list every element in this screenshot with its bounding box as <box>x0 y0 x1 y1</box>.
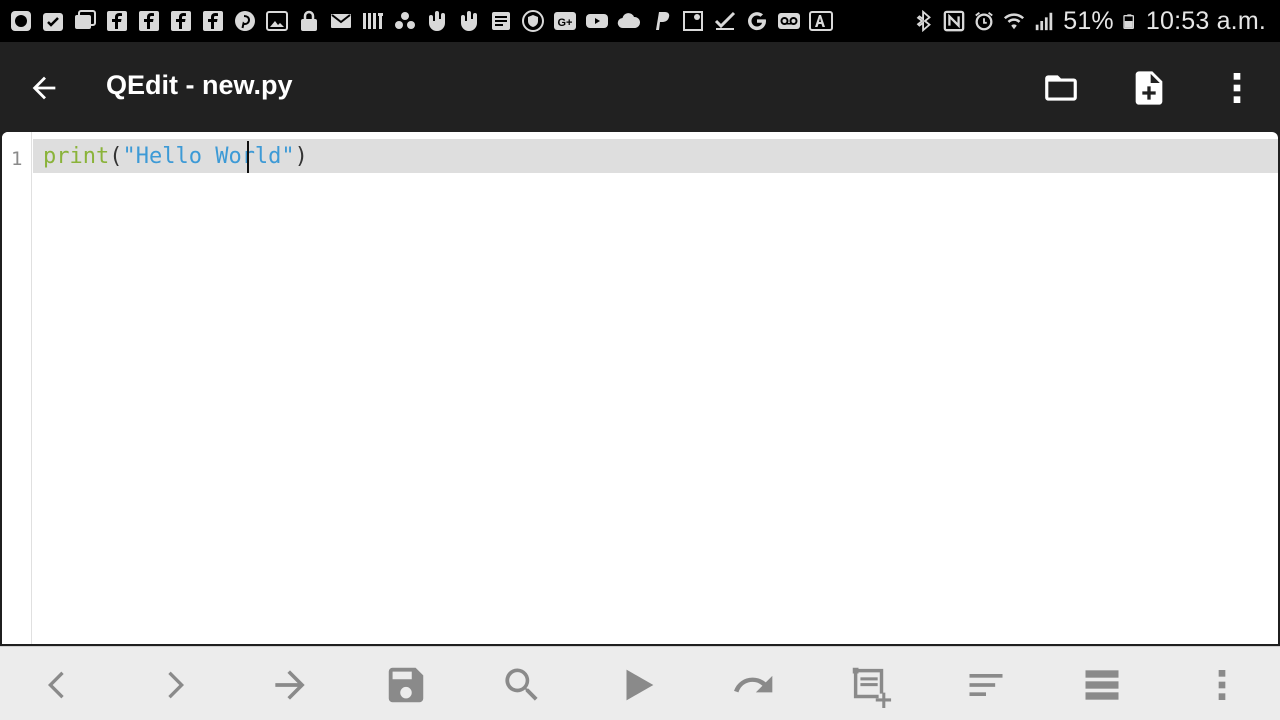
dots-icon <box>392 8 418 34</box>
check-icon <box>712 8 738 34</box>
list-icon <box>1085 670 1119 700</box>
text-cursor <box>247 141 249 173</box>
undo-button[interactable] <box>728 659 780 711</box>
bluetooth-icon <box>916 10 932 32</box>
code-string-token: "Hello World" <box>122 144 295 169</box>
open-folder-button[interactable] <box>1036 64 1086 112</box>
wifi-icon <box>1004 13 1025 30</box>
previous-button[interactable] <box>32 659 84 711</box>
system-status: 51% 10:53 a.m. <box>913 6 1266 36</box>
next-button[interactable] <box>148 659 200 711</box>
line-number: 1 <box>11 148 23 170</box>
more-vert-icon <box>1233 73 1241 103</box>
hand-icon <box>424 8 450 34</box>
google-icon <box>744 8 770 34</box>
line-gutter: 1 <box>2 132 32 644</box>
battery-percentage: 51% <box>1063 6 1114 35</box>
facebook-icon <box>104 8 130 34</box>
facebook-icon <box>168 8 194 34</box>
overflow-menu-button[interactable] <box>1212 64 1262 112</box>
select-add-button[interactable] <box>844 659 896 711</box>
search-button[interactable] <box>496 659 548 711</box>
paypal-icon <box>648 8 674 34</box>
code-editor[interactable]: 1 print("Hello World") <box>2 132 1278 644</box>
code-paren-close: ) <box>294 144 308 169</box>
goto-button[interactable] <box>264 659 316 711</box>
prev-icon <box>48 671 64 699</box>
back-button[interactable] <box>22 66 66 110</box>
s-icon <box>8 8 34 34</box>
slides-icon <box>72 8 98 34</box>
app-bar: QEdit - new.py <box>0 42 1280 132</box>
run-button[interactable] <box>612 659 664 711</box>
gplus-icon: G+ <box>552 8 578 34</box>
new-file-button[interactable] <box>1124 64 1174 112</box>
goto-icon <box>275 670 305 700</box>
next-icon <box>168 671 184 699</box>
more-vert-icon <box>1218 670 1226 700</box>
calendar-check-icon <box>40 8 66 34</box>
facebook-icon <box>200 8 226 34</box>
save-icon <box>388 667 424 703</box>
notification-icons: G+ <box>8 8 834 34</box>
code-paren-open: ( <box>109 144 123 169</box>
document-icon <box>488 8 514 34</box>
code-function-token: print <box>43 144 110 169</box>
folder-open-icon <box>1045 75 1077 101</box>
battery-icon <box>1123 14 1134 29</box>
ifttt-icon <box>360 8 386 34</box>
pinterest-icon <box>232 8 258 34</box>
nfc-icon <box>943 10 965 32</box>
status-bar: G+ 51% 10:53 a.m. <box>0 0 1280 42</box>
arrow-back-icon <box>32 76 56 100</box>
facebook-icon <box>136 8 162 34</box>
toolbar-overflow-button[interactable] <box>1196 659 1248 711</box>
undo-icon <box>734 675 773 693</box>
bottom-toolbar <box>0 646 1280 720</box>
youtube-icon <box>584 8 610 34</box>
svg-text:G+: G+ <box>558 17 573 29</box>
translate-icon <box>808 8 834 34</box>
clock: 10:53 a.m. <box>1145 6 1266 35</box>
hand-icon <box>456 8 482 34</box>
map-icon <box>680 8 706 34</box>
list-button[interactable] <box>1076 659 1128 711</box>
run-icon <box>626 669 654 701</box>
search-icon <box>505 668 538 701</box>
select-add-icon <box>852 667 892 708</box>
format-button[interactable] <box>960 659 1012 711</box>
image-icon <box>264 8 290 34</box>
mail-icon <box>328 8 354 34</box>
cloud-icon <box>616 8 642 34</box>
alarm-icon <box>975 12 994 31</box>
page-title: QEdit - new.py <box>106 70 293 100</box>
new-file-icon <box>1135 71 1163 105</box>
voicemail-icon <box>776 8 802 34</box>
signal-icon <box>1035 12 1053 31</box>
save-button[interactable] <box>380 659 432 711</box>
code-line[interactable]: print("Hello World") <box>43 144 308 170</box>
shield-icon <box>520 8 546 34</box>
lock-icon <box>296 8 322 34</box>
format-icon <box>969 674 1003 696</box>
